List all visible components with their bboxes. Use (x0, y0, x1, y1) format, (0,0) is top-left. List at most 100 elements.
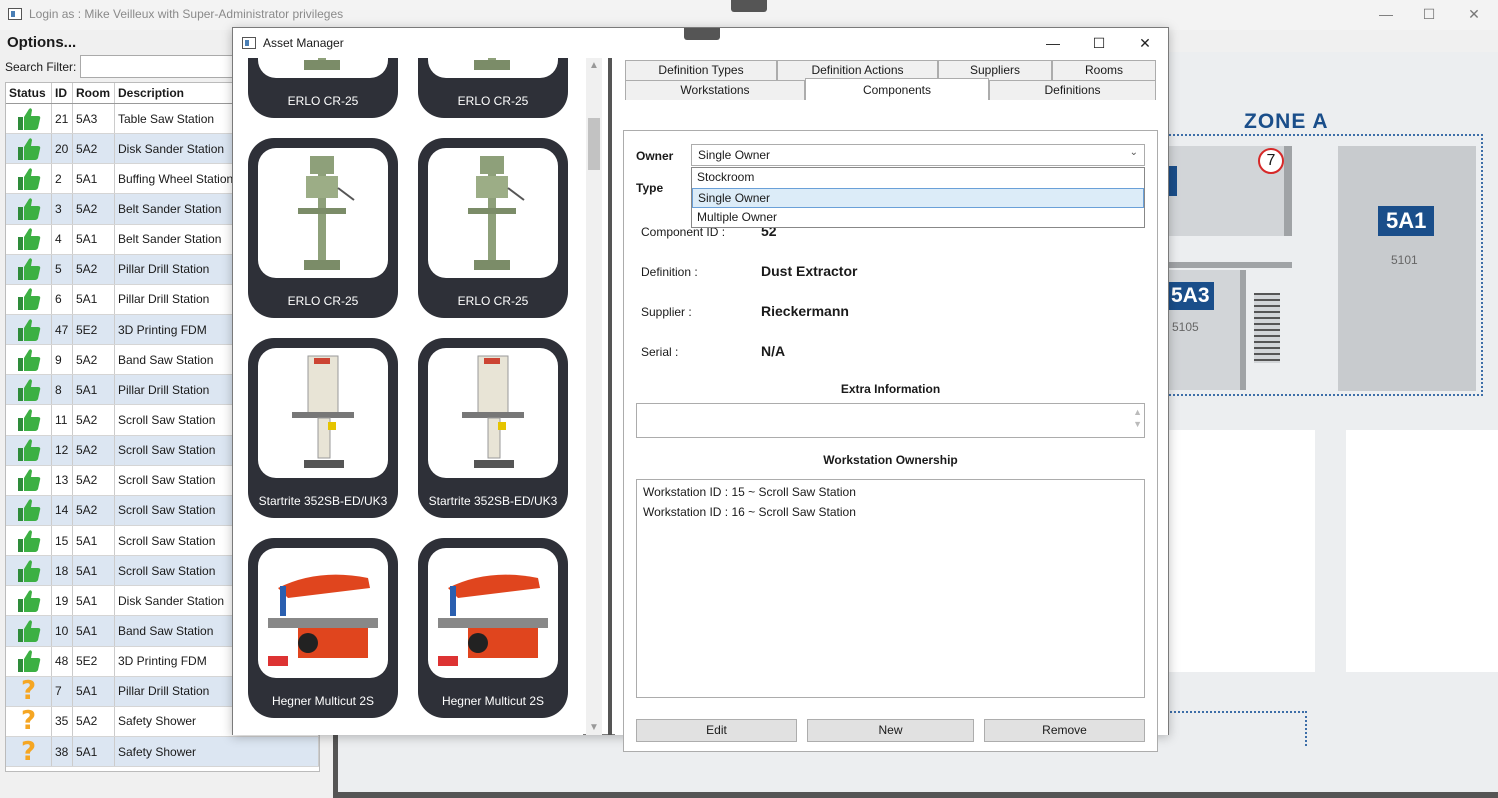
tab-row-2: Workstations Components Definitions (625, 78, 1156, 100)
cell-id: 7 (52, 676, 73, 706)
asset-card[interactable]: Hegner Multicut 2S (248, 538, 398, 718)
column-header-status[interactable]: Status (6, 83, 52, 103)
asset-card[interactable]: ERLO CR-25 (418, 58, 568, 118)
search-input[interactable] (80, 55, 240, 78)
thumbs-up-icon (6, 134, 52, 164)
asset-card[interactable]: Startrite 352SB-ED/UK3 (418, 338, 568, 518)
map-corridor (1165, 430, 1315, 672)
cell-id: 18 (52, 556, 73, 586)
tab-definition-actions[interactable]: Definition Actions (777, 60, 938, 80)
thumbs-up-icon (6, 465, 52, 495)
stairs-icon (1254, 293, 1280, 363)
cell-id: 13 (52, 465, 73, 495)
dialog-title-bar[interactable]: Asset Manager — ☐ ✕ (233, 28, 1168, 58)
supplier-value: Rieckermann (761, 303, 849, 319)
owner-option-stockroom[interactable]: Stockroom (692, 168, 1144, 188)
gallery-scrollbar[interactable]: ▲ ▼ (586, 58, 602, 735)
cell-id: 38 (52, 736, 73, 767)
drag-handle[interactable] (731, 0, 767, 12)
minimize-button[interactable]: — (1038, 33, 1068, 53)
list-item[interactable]: Workstation ID : 15 ~ Scroll Saw Station (643, 484, 1138, 504)
scroll-thumb[interactable] (588, 118, 600, 170)
owner-option-multiple[interactable]: Multiple Owner (692, 208, 1144, 228)
main-window-title: Login as : Mike Veilleux with Super-Admi… (29, 7, 344, 21)
asset-image (428, 148, 558, 278)
main-title-bar: Login as : Mike Veilleux with Super-Admi… (0, 0, 1498, 30)
owner-select[interactable]: Single Owner ⌄ (691, 144, 1145, 166)
asset-image (428, 548, 558, 678)
maximize-button[interactable]: ☐ (1084, 33, 1114, 53)
app-icon (242, 37, 256, 49)
asset-name: Startrite 352SB-ED/UK3 (428, 494, 558, 508)
asset-card[interactable]: Hegner Multicut 2S (418, 538, 568, 718)
extra-info-textarea[interactable]: ▲ ▼ (636, 403, 1145, 438)
thumbs-up-icon (6, 646, 52, 676)
owner-label: Owner (636, 149, 674, 163)
cell-id: 35 (52, 706, 73, 736)
cell-id: 2 (52, 164, 73, 194)
chevron-down-icon[interactable]: ⌄ (1130, 147, 1138, 158)
details-pane: Definition Types Definition Actions Supp… (615, 58, 1168, 752)
map-room-5a1[interactable]: 5A1 5101 (1338, 146, 1476, 391)
serial-value: N/A (761, 343, 786, 359)
extra-info-title: Extra Information (840, 382, 941, 396)
thumbs-up-icon (6, 586, 52, 616)
thumbs-up-icon (6, 405, 52, 435)
scroll-up-icon[interactable]: ▲ (589, 60, 599, 71)
cell-room: 5A2 (73, 254, 115, 284)
close-button[interactable]: ✕ (1459, 4, 1489, 24)
thumbs-up-icon (6, 375, 52, 405)
pane-splitter[interactable] (608, 58, 612, 735)
list-item[interactable]: Workstation ID : 16 ~ Scroll Saw Station (643, 504, 1138, 524)
tab-components[interactable]: Components (805, 78, 989, 100)
tab-suppliers[interactable]: Suppliers (938, 60, 1052, 80)
owner-dropdown[interactable]: Stockroom Single Owner Multiple Owner (691, 167, 1145, 228)
column-header-room[interactable]: Room (73, 83, 115, 103)
cell-room: 5A2 (73, 706, 115, 736)
room-number: 5105 (1172, 320, 1199, 334)
owner-select-value: Single Owner (698, 148, 771, 162)
remove-button[interactable]: Remove (984, 719, 1145, 742)
asset-card[interactable]: ERLO CR-25 (418, 138, 568, 318)
cell-id: 21 (52, 104, 73, 134)
tab-workstations[interactable]: Workstations (625, 80, 805, 100)
thumbs-up-icon (6, 254, 52, 284)
map-room-5a3[interactable]: 5A3 5105 (1167, 270, 1240, 390)
asset-card[interactable]: ERLO CR-25 (248, 58, 398, 118)
edit-button[interactable]: Edit (636, 719, 797, 742)
map-wall (1240, 270, 1246, 390)
ownership-list[interactable]: Workstation ID : 15 ~ Scroll Saw Station… (636, 479, 1145, 698)
drag-handle[interactable] (684, 28, 720, 40)
owner-option-single[interactable]: Single Owner (692, 188, 1144, 208)
minimize-button[interactable]: — (1371, 4, 1401, 24)
asset-card[interactable]: Startrite 352SB-ED/UK3 (248, 338, 398, 518)
column-header-id[interactable]: ID (52, 83, 73, 103)
tab-rooms[interactable]: Rooms (1052, 60, 1156, 80)
cell-room: 5A2 (73, 405, 115, 435)
cell-id: 20 (52, 134, 73, 164)
asset-image (258, 58, 388, 78)
cell-room: 5A2 (73, 435, 115, 465)
room-number: 5101 (1391, 253, 1418, 267)
asset-name: ERLO CR-25 (287, 94, 359, 108)
asset-gallery[interactable]: ERLO CR-25 ERLO CR-25 ERLO CR-25 ERLO CR-25… (233, 58, 583, 735)
table-row[interactable]: ? 38 5A1 Safety Shower (6, 736, 319, 768)
map-marker[interactable]: 7 (1258, 148, 1284, 174)
new-button[interactable]: New (807, 719, 974, 742)
thumbs-up-icon (6, 616, 52, 646)
asset-image (258, 148, 388, 278)
ownership-title: Workstation Ownership (823, 453, 958, 467)
tab-definitions[interactable]: Definitions (989, 80, 1156, 100)
thumbs-up-icon (6, 435, 52, 465)
asset-image (258, 348, 388, 478)
cell-room: 5A1 (73, 224, 115, 254)
asset-card[interactable]: ERLO CR-25 (248, 138, 398, 318)
cell-room: 5A3 (73, 104, 115, 134)
tab-definition-types[interactable]: Definition Types (625, 60, 777, 80)
close-button[interactable]: ✕ (1130, 33, 1160, 53)
maximize-button[interactable]: ☐ (1414, 4, 1444, 24)
scroll-down-icon[interactable]: ▼ (589, 722, 599, 733)
textarea-scroll-icon[interactable]: ▲ ▼ (1133, 406, 1142, 430)
options-title[interactable]: Options... (7, 34, 76, 51)
zone-label: ZONE A (1244, 110, 1329, 133)
